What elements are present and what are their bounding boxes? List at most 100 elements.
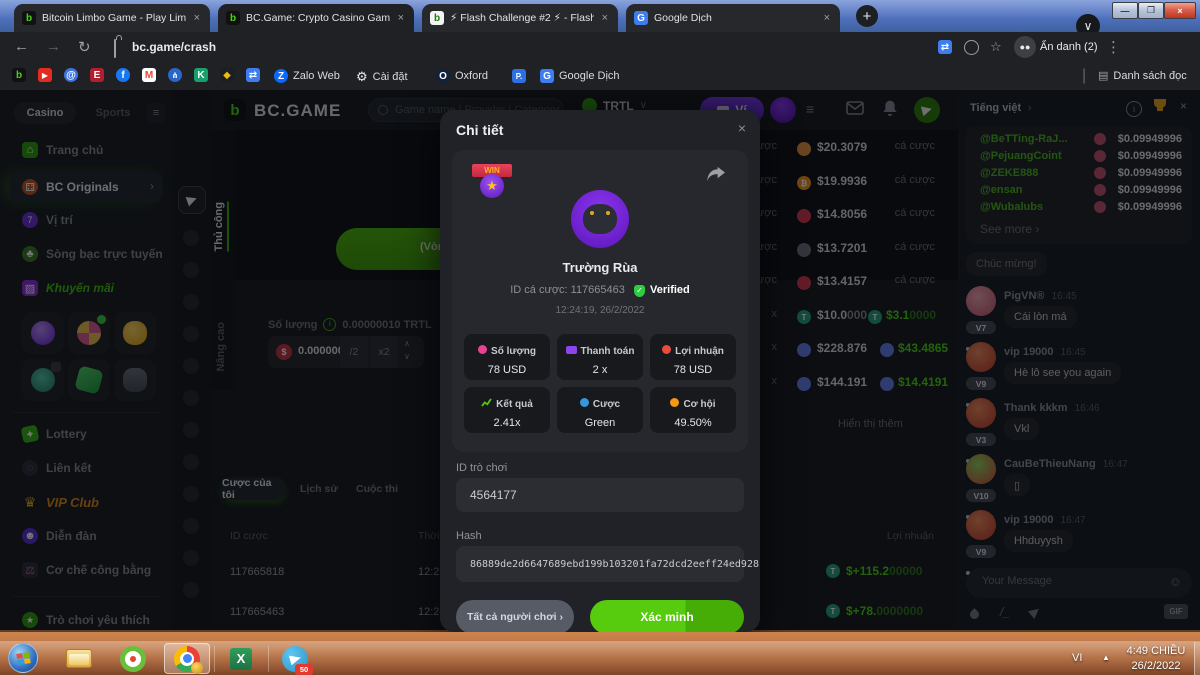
translate-icon[interactable]: ⇄ [938,40,952,54]
show-desktop-button[interactable] [1194,642,1200,675]
taskbar-chrome-button-active[interactable] [164,643,210,674]
stat-amount: Số lượng 78 USD [464,334,550,380]
reload-icon[interactable]: ↻ [78,38,91,56]
bookmarks-divider: | [1082,67,1086,85]
taskbar-telegram-button[interactable]: 50 [272,643,318,674]
window-maximize-button[interactable]: ❐ [1138,2,1164,19]
taskbar-divider [214,646,215,672]
oxford-icon: O [436,69,450,83]
modal-close-icon[interactable]: × [738,120,746,136]
bookmark-p[interactable]: P. [512,69,526,83]
taskbar-divider [268,646,269,672]
bookmark-label: Cài đặt [373,71,408,83]
telegram-badge: 50 [295,664,313,675]
browser-tabstrip: b Bitcoin Limbo Game - Play Limbo × b BC… [0,0,1200,32]
stat-profit: Lợi nhuận 78 USD [650,334,736,380]
bcgame-page: Casino Sports ≡ ⌂ Trang chủ ⚃ BC Origina… [0,90,1200,632]
back-icon[interactable]: ← [14,38,29,55]
incognito-avatar-icon[interactable]: ●● [1014,36,1036,58]
new-tab-button[interactable]: + [856,5,878,27]
bookmark-binance-icon[interactable]: ◆ [220,68,234,82]
stat-bet: Cược Green [557,387,643,433]
bcgame-doc-favicon: b [430,11,444,25]
p-icon: P. [512,69,526,83]
ssl-lock-icon[interactable] [114,39,116,58]
window-close-button[interactable]: × [1164,2,1196,19]
browser-tab-3[interactable]: b ⚡ Flash Challenge #2 ⚡ - Flash Ch × [422,4,618,32]
zoom-icon[interactable] [964,40,979,55]
bookmark-star-icon[interactable]: ☆ [990,39,1002,55]
bcgame-favicon: b [22,11,36,25]
win-badge-icon: WIN ★ [472,162,512,202]
bookmark-e-icon[interactable]: E [90,68,104,82]
chrome-icon [174,646,200,672]
bookmark-bcgame-icon[interactable]: b [12,68,26,82]
excel-icon: X [230,648,252,670]
coins-icon [478,345,487,354]
bookmark-label: Zalo Web [293,70,340,82]
bookmark-zalo[interactable]: Z Zalo Web [274,69,340,83]
game-id-field[interactable]: 4564177 [456,478,744,512]
taskbar-coccoc-button[interactable] [110,643,156,674]
stat-result: Kết quả 2.41x [464,387,550,433]
verified-shield-icon: ✓ [634,285,645,297]
reading-list-button[interactable]: ▤ Danh sách đọc [1098,69,1187,82]
clock-time: 4:49 CHIỀU [1120,644,1192,659]
modal-title: Chi tiết [456,122,503,138]
bookmark-facebook-icon[interactable]: f [116,68,130,82]
forward-icon[interactable]: → [46,38,61,55]
incognito-label: Ẩn danh (2) [1040,41,1097,53]
chance-icon [670,398,679,407]
all-players-button[interactable]: Tất cả người chơi › [456,600,574,632]
bookmark-gmail-icon[interactable]: M [142,68,156,82]
taskbar: X 50 VI ▲ 4:49 CHIỀU 26/2/2022 [0,641,1200,675]
verified-label: Verified [650,284,690,296]
clock[interactable]: 4:49 CHIỀU 26/2/2022 [1120,644,1192,674]
bookmark-at-icon[interactable]: @ [64,68,78,82]
zalo-icon: Z [274,69,288,83]
tab-title: ⚡ Flash Challenge #2 ⚡ - Flash Ch [450,12,594,24]
tab-close-icon[interactable]: × [192,12,202,24]
hash-field[interactable]: 86889de2d6647689ebd199b103201fa72dcd2eef… [456,546,744,582]
taskbar-explorer-button[interactable] [56,643,102,674]
browser-tab-2-active[interactable]: b BC.Game: Crypto Casino Games & × [218,4,414,32]
tab-close-icon[interactable]: × [396,12,406,24]
browser-tab-1[interactable]: b Bitcoin Limbo Game - Play Limbo × [14,4,210,32]
telegram-icon: 50 [282,646,308,672]
player-card: WIN ★ Trường Rùa ID cá cược: 117665463 ✓… [452,150,748,452]
browser-toolbar: ← → ↻ bc.game/crash ⇄ ☆ ●● Ẩn danh (2) ⋮ [0,32,1200,62]
browser-menu-icon[interactable]: ⋮ [1106,38,1121,56]
player-name: Trường Rùa [452,260,748,275]
tab-close-icon[interactable]: × [822,12,832,24]
bookmark-gdich[interactable]: G Google Dịch [540,69,620,83]
bet-id-row: ID cá cược: 117665463 ✓ Verified [452,284,748,297]
bet-icon [580,398,589,407]
bookmark-youtube-icon[interactable]: ▶ [38,68,52,82]
bet-details-modal: Chi tiết × WIN ★ Trường Rùa ID cá cược: … [440,110,760,632]
bookmark-translate-icon[interactable]: ⇄ [246,68,260,82]
screen: b Bitcoin Limbo Game - Play Limbo × b BC… [0,0,1200,675]
bet-id-text: ID cá cược: 117665463 [510,284,625,296]
verify-button[interactable]: Xác minh [590,600,744,632]
bcgame-favicon: b [226,11,240,25]
bookmark-label: Oxford [455,70,488,82]
window-minimize-button[interactable]: — [1112,2,1138,19]
tab-close-icon[interactable]: × [600,12,610,24]
share-icon[interactable] [706,166,726,184]
windows-flag-icon [16,652,30,665]
bookmark-settings[interactable]: ⚙ Cài đặt [356,69,408,85]
stat-chance: Cơ hội 49.50% [650,387,736,433]
player-avatar[interactable] [571,190,629,248]
bookmark-kc-icon[interactable]: K [194,68,208,82]
tray-expand-icon[interactable]: ▲ [1102,653,1110,662]
browser-tab-4[interactable]: G Google Dịch × [626,4,840,32]
gold-coin-badge [191,662,203,674]
start-button[interactable] [8,643,38,673]
bookmark-share-icon[interactable]: ⋔ [168,68,182,82]
bookmark-oxford[interactable]: O Oxford [436,69,488,83]
taskbar-excel-button[interactable]: X [218,643,264,674]
hash-label: Hash [456,530,482,542]
url-text[interactable]: bc.game/crash [132,40,216,54]
language-indicator[interactable]: VI [1072,652,1082,664]
gear-icon: ⚙ [356,69,368,85]
